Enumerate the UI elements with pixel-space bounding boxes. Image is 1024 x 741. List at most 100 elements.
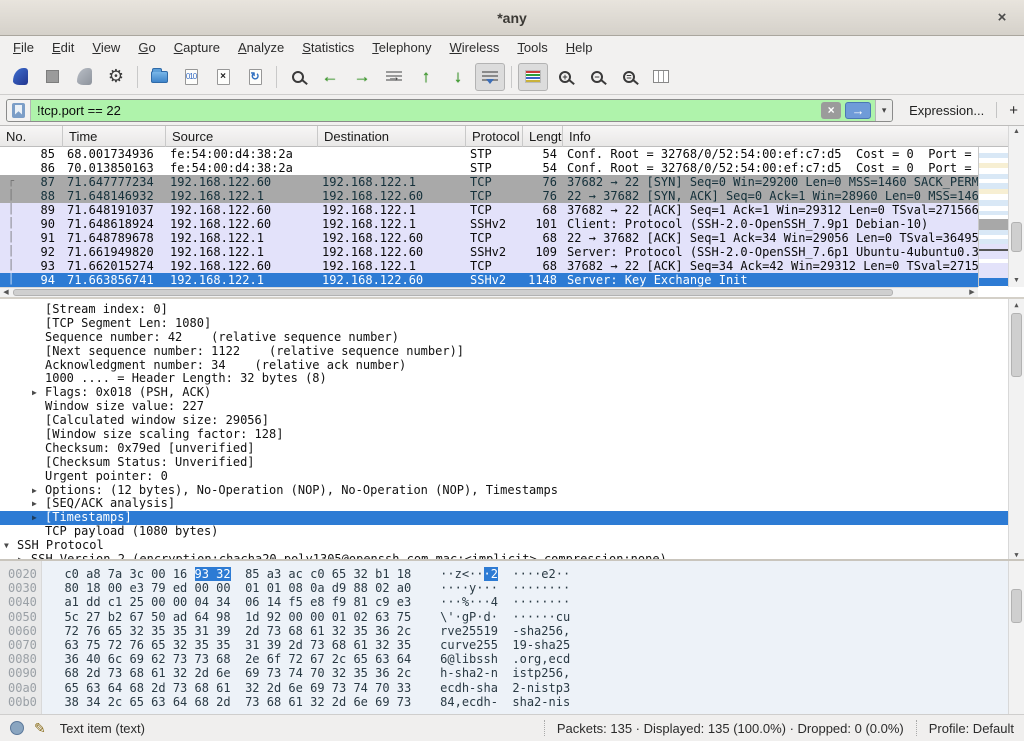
scrollbar-thumb[interactable] [1011,313,1022,377]
zoom-in-button[interactable]: + [550,63,580,91]
detail-line[interactable]: [Next sequence number: 1122 (relative se… [0,345,1008,359]
expander-icon[interactable]: ▶ [32,497,45,511]
scrollbar-thumb[interactable] [1011,222,1022,252]
scroll-down-icon[interactable]: ▼ [1009,275,1024,287]
detail-line[interactable]: Checksum: 0x79ed [unverified] [0,442,1008,456]
packet-row[interactable]: │8871.648146932192.168.122.1192.168.122.… [0,189,978,203]
hex-row[interactable]: 00a0 65 63 64 68 2d 73 68 61 32 2d 6e 69… [8,681,570,695]
column-header-protocol[interactable]: Protocol [466,126,523,147]
column-header-no[interactable]: No. [0,126,63,147]
filter-bookmark-button[interactable] [7,100,31,121]
detail-line[interactable]: TCP payload (1080 bytes) [0,525,1008,539]
menu-item-capture[interactable]: Capture [165,38,229,57]
expander-icon[interactable]: ▶ [32,511,45,525]
packet-list-vscrollbar[interactable]: ▲ ▼ [1008,126,1024,287]
packet-row[interactable]: │9071.648618924192.168.122.60192.168.122… [0,217,978,231]
detail-line[interactable]: [Checksum Status: Unverified] [0,456,1008,470]
detail-line[interactable]: [Window size scaling factor: 128] [0,428,1008,442]
menu-item-statistics[interactable]: Statistics [293,38,363,57]
go-forward-button[interactable]: → [347,63,377,91]
detail-line[interactable]: Urgent pointer: 0 [0,470,1008,484]
packet-row[interactable]: │9271.661949820192.168.122.1192.168.122.… [0,245,978,259]
reload-file-button[interactable]: ↻ [240,63,270,91]
profile-label[interactable]: Profile: Default [929,721,1014,736]
title-bar[interactable]: *any × [0,0,1024,36]
menu-item-wireless[interactable]: Wireless [441,38,509,57]
capture-options-button[interactable]: ⚙ [101,63,131,91]
open-file-button[interactable] [144,63,174,91]
menu-item-telephony[interactable]: Telephony [363,38,440,57]
auto-scroll-button[interactable] [475,63,505,91]
display-filter-input[interactable]: !tcp.port == 22 × → ▾ [6,99,893,122]
detail-line[interactable]: [TCP Segment Len: 1080] [0,317,1008,331]
detail-line[interactable]: [Calculated window size: 29056] [0,414,1008,428]
add-filter-button[interactable]: + [1009,102,1018,119]
column-header-length[interactable]: Length [523,126,563,147]
column-header-info[interactable]: Info [563,126,1024,147]
detail-line[interactable]: [Stream index: 0] [0,303,1008,317]
find-packet-button[interactable] [283,63,313,91]
packet-row[interactable]: │9371.662015274192.168.122.60192.168.122… [0,259,978,273]
go-to-packet-button[interactable]: → [379,63,409,91]
hex-row[interactable]: 00b0 38 34 2c 65 63 64 68 2d 73 68 61 32… [8,695,570,709]
packet-list-hscrollbar[interactable]: ◀ ▶ [0,287,978,297]
close-file-button[interactable]: × [208,63,238,91]
detail-line[interactable]: Window size value: 227 [0,400,1008,414]
hex-row[interactable]: 0080 36 40 6c 69 62 73 73 68 2e 6f 72 67… [8,652,570,666]
packet-row[interactable]: 8670.013850163fe:54:00:d4:38:2aSTP54Conf… [0,161,978,175]
menu-item-file[interactable]: File [4,38,43,57]
column-header-time[interactable]: Time [63,126,166,147]
scroll-down-icon[interactable]: ▼ [1009,549,1024,559]
packet-row[interactable]: │8971.648191037192.168.122.60192.168.122… [0,203,978,217]
save-file-button[interactable]: 010 [176,63,206,91]
detail-line[interactable]: ▶[SEQ/ACK analysis] [0,497,1008,511]
packet-row[interactable]: │9171.648789678192.168.122.1192.168.122.… [0,231,978,245]
capture-comment-icon[interactable]: ✎ [34,720,46,737]
filter-clear-button[interactable]: × [821,102,841,119]
hex-row[interactable]: 0050 5c 27 b2 67 50 ad 64 98 1d 92 00 00… [8,610,570,624]
close-window-icon[interactable]: × [992,8,1012,28]
expander-icon[interactable]: ▶ [32,386,45,400]
zoom-out-button[interactable]: − [582,63,612,91]
packet-row[interactable]: 8568.001734936fe:54:00:d4:38:2aSTP54Conf… [0,147,978,161]
intelligent-scrollbar-minimap[interactable] [978,147,1008,287]
filter-value[interactable]: !tcp.port == 22 [31,103,821,118]
start-capture-button[interactable] [5,63,35,91]
scrollbar-thumb[interactable] [1011,589,1022,623]
expander-icon[interactable]: ▼ [4,539,17,553]
menu-item-help[interactable]: Help [557,38,602,57]
hex-row[interactable]: 0070 63 75 72 76 65 32 35 35 31 39 2d 73… [8,638,570,652]
menu-item-analyze[interactable]: Analyze [229,38,293,57]
column-header-source[interactable]: Source [166,126,318,147]
scroll-left-icon[interactable]: ◀ [0,288,12,297]
detail-line[interactable]: ▶[Timestamps] [0,511,1008,525]
detail-line[interactable]: ▶Flags: 0x018 (PSH, ACK) [0,386,1008,400]
filter-dropdown-icon[interactable]: ▾ [875,100,892,121]
zoom-reset-button[interactable]: = [614,63,644,91]
filter-apply-button[interactable]: → [845,102,871,119]
stop-capture-button[interactable] [37,63,67,91]
colorize-button[interactable] [518,63,548,91]
menu-item-view[interactable]: View [83,38,129,57]
hex-row[interactable]: 0040 a1 dd c1 25 00 00 04 34 06 14 f5 e8… [8,595,570,609]
expander-icon[interactable]: ▶ [32,484,45,498]
menu-item-edit[interactable]: Edit [43,38,83,57]
column-header-destination[interactable]: Destination [318,126,466,147]
packet-row[interactable]: │9471.663856741192.168.122.1192.168.122.… [0,273,978,287]
expression-button[interactable]: Expression... [909,103,984,118]
scroll-up-icon[interactable]: ▲ [1009,126,1024,138]
hex-vscrollbar[interactable] [1008,561,1024,714]
hex-row[interactable]: 0060 72 76 65 32 35 35 31 39 2d 73 68 61… [8,624,570,638]
detail-line[interactable]: 1000 .... = Header Length: 32 bytes (8) [0,372,1008,386]
detail-line[interactable]: ▶Options: (12 bytes), No-Operation (NOP)… [0,484,1008,498]
scroll-right-icon[interactable]: ▶ [966,288,978,297]
detail-line[interactable]: Sequence number: 42 (relative sequence n… [0,331,1008,345]
menu-item-go[interactable]: Go [129,38,164,57]
scrollbar-thumb[interactable] [13,289,893,296]
hex-row[interactable]: 0030 80 18 00 e3 79 ed 00 00 01 01 08 0a… [8,581,570,595]
detail-line[interactable]: Acknowledgment number: 34 (relative ack … [0,359,1008,373]
hex-row[interactable]: 0020 c0 a8 7a 3c 00 16 93 32 85 a3 ac c0… [8,567,570,581]
hex-row[interactable]: 0090 68 2d 73 68 61 32 2d 6e 69 73 74 70… [8,666,570,680]
scroll-up-icon[interactable]: ▲ [1009,299,1024,311]
menu-item-tools[interactable]: Tools [508,38,556,57]
